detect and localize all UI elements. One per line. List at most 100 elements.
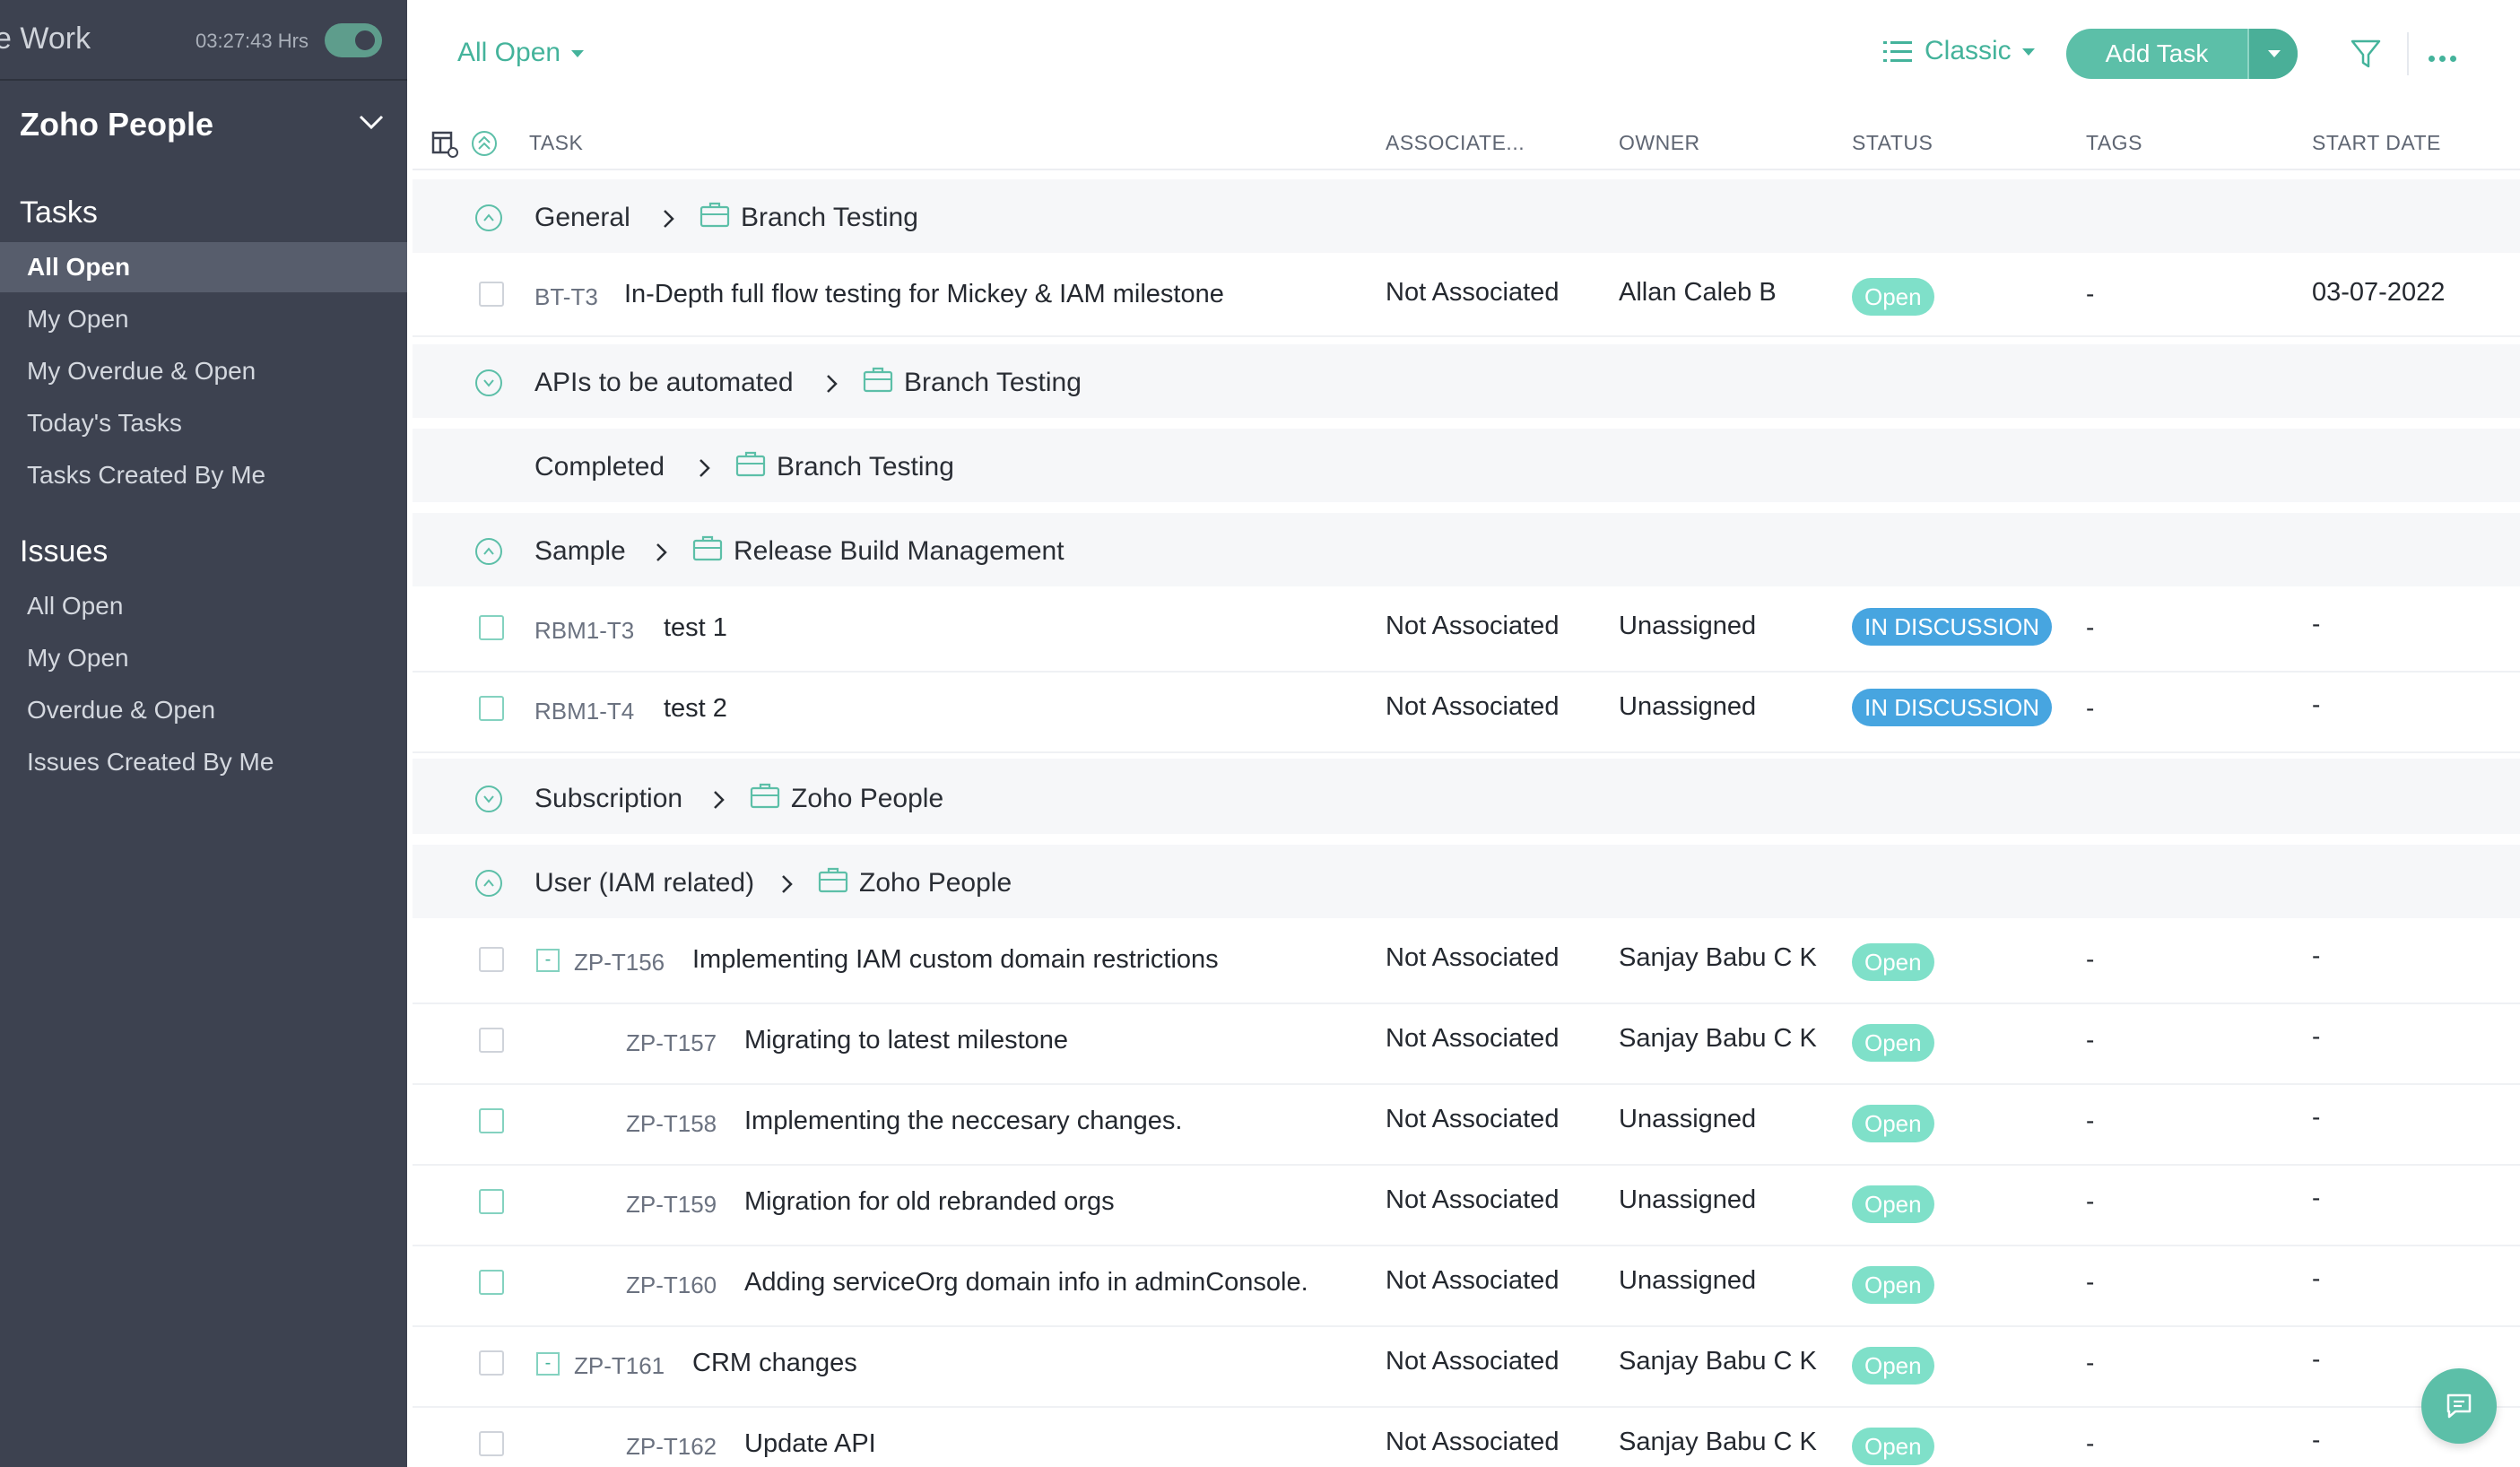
group-project[interactable]: Branch Testing — [741, 203, 918, 233]
table-row[interactable]: - ZP-T156 Implementing IAM custom domain… — [413, 924, 2520, 1004]
owner-cell[interactable]: Unassigned — [1619, 1105, 1756, 1134]
add-task-dropdown-button[interactable] — [2247, 29, 2298, 79]
group-row-user-iam[interactable]: User (IAM related) Zoho People — [413, 845, 2520, 924]
task-name[interactable]: In-Depth full flow testing for Mickey & … — [624, 280, 1224, 309]
row-checkbox[interactable] — [479, 615, 504, 640]
collapse-up-icon[interactable] — [475, 538, 502, 565]
briefcase-icon — [863, 367, 893, 393]
view-filter-dropdown[interactable]: All Open — [457, 38, 585, 68]
project-selector[interactable]: Zoho People — [0, 90, 407, 161]
row-checkbox[interactable] — [479, 1189, 504, 1214]
task-name[interactable]: Implementing IAM custom domain restricti… — [692, 945, 1219, 975]
task-name[interactable]: CRM changes — [692, 1349, 857, 1378]
add-task-button[interactable]: Add Task — [2066, 29, 2247, 79]
task-name[interactable]: test 2 — [664, 694, 727, 724]
chevron-right-icon — [782, 875, 793, 893]
row-checkbox[interactable] — [479, 1108, 504, 1133]
group-project[interactable]: Branch Testing — [904, 368, 1082, 398]
layout-dropdown[interactable]: Classic — [1883, 36, 2035, 66]
status-badge[interactable]: IN DISCUSSION — [1852, 608, 2053, 646]
column-header-status[interactable]: STATUS — [1852, 131, 1933, 155]
chat-button[interactable] — [2421, 1368, 2497, 1444]
sidebar-item-tasks-created-by-me[interactable]: Tasks Created By Me — [0, 450, 407, 500]
collapse-up-icon[interactable] — [475, 870, 502, 897]
sidebar-item-issues-all-open[interactable]: All Open — [0, 581, 407, 631]
owner-cell[interactable]: Unassigned — [1619, 1266, 1756, 1296]
status-badge[interactable]: Open — [1852, 1266, 1934, 1304]
owner-cell[interactable]: Unassigned — [1619, 692, 1756, 722]
status-badge[interactable]: Open — [1852, 943, 1934, 981]
owner-cell[interactable]: Sanjay Babu C K — [1619, 1024, 1817, 1054]
table-row[interactable]: - ZP-T161 CRM changes Not Associated San… — [413, 1327, 2520, 1408]
status-badge[interactable]: Open — [1852, 1428, 1934, 1465]
table-row[interactable]: ZP-T162 Update API Not Associated Sanjay… — [413, 1408, 2520, 1467]
expand-down-icon[interactable] — [475, 786, 502, 812]
column-header-tags[interactable]: TAGS — [2086, 131, 2142, 155]
collapse-up-icon[interactable] — [475, 204, 502, 231]
group-row-sample[interactable]: Sample Release Build Management — [413, 513, 2520, 592]
status-badge[interactable]: Open — [1852, 1185, 1934, 1223]
funnel-icon[interactable] — [2350, 38, 2382, 70]
task-name[interactable]: Migration for old rebranded orgs — [744, 1187, 1115, 1217]
table-row[interactable]: ZP-T159 Migration for old rebranded orgs… — [413, 1166, 2520, 1246]
task-name[interactable]: Migrating to latest milestone — [744, 1026, 1068, 1055]
expand-down-icon[interactable] — [475, 369, 502, 396]
group-row-apis[interactable]: APIs to be automated Branch Testing — [413, 344, 2520, 423]
sidebar-item-tasks-my-open[interactable]: My Open — [0, 294, 407, 344]
table-row[interactable]: RBM1-T3 test 1 Not Associated Unassigned… — [413, 592, 2520, 673]
owner-cell[interactable]: Unassigned — [1619, 612, 1756, 641]
table-row[interactable]: BT-T3 In-Depth full flow testing for Mic… — [413, 258, 2520, 337]
status-badge[interactable]: Open — [1852, 1347, 1934, 1385]
group-row-general[interactable]: General Branch Testing — [413, 179, 2520, 258]
table-row[interactable]: RBM1-T4 test 2 Not Associated Unassigned… — [413, 673, 2520, 753]
table-row[interactable]: ZP-T160 Adding serviceOrg domain info in… — [413, 1246, 2520, 1327]
row-checkbox[interactable] — [479, 947, 504, 972]
status-badge[interactable]: Open — [1852, 278, 1934, 316]
start-date-cell: - — [2312, 1345, 2321, 1373]
group-row-subscription[interactable]: Subscription Zoho People — [413, 759, 2520, 839]
column-settings-icon[interactable] — [430, 129, 461, 160]
column-header-owner[interactable]: OWNER — [1619, 131, 1700, 155]
owner-cell[interactable]: Sanjay Babu C K — [1619, 1347, 1817, 1376]
owner-cell[interactable]: Allan Caleb B — [1619, 278, 1777, 308]
briefcase-icon — [818, 867, 848, 893]
row-checkbox[interactable] — [479, 1270, 504, 1295]
group-project[interactable]: Release Build Management — [734, 536, 1064, 567]
owner-cell[interactable]: Sanjay Babu C K — [1619, 943, 1817, 973]
row-checkbox[interactable] — [479, 1350, 504, 1376]
owner-cell[interactable]: Sanjay Babu C K — [1619, 1428, 1817, 1457]
more-horizontal-icon[interactable] — [2429, 50, 2461, 66]
sidebar-item-my-overdue-open[interactable]: My Overdue & Open — [0, 346, 407, 396]
status-badge[interactable]: IN DISCUSSION — [1852, 689, 2053, 726]
sidebar-item-issues-overdue-open[interactable]: Overdue & Open — [0, 685, 407, 735]
sidebar-item-todays-tasks[interactable]: Today's Tasks — [0, 398, 407, 448]
group-row-completed[interactable]: Completed Branch Testing — [413, 429, 2520, 508]
subtask-collapse-toggle[interactable]: - — [536, 1352, 560, 1376]
sidebar-item-issues-created-by-me[interactable]: Issues Created By Me — [0, 737, 407, 787]
sidebar-item-tasks-all-open[interactable]: All Open — [0, 242, 407, 292]
sidebar-item-issues-my-open[interactable]: My Open — [0, 633, 407, 683]
group-project[interactable]: Branch Testing — [777, 452, 954, 482]
row-checkbox[interactable] — [479, 282, 504, 307]
row-checkbox[interactable] — [479, 696, 504, 721]
task-name[interactable]: Adding serviceOrg domain info in adminCo… — [744, 1268, 1308, 1298]
status-badge[interactable]: Open — [1852, 1024, 1934, 1062]
table-row[interactable]: ZP-T158 Implementing the neccesary chang… — [413, 1085, 2520, 1166]
owner-cell[interactable]: Unassigned — [1619, 1185, 1756, 1215]
status-badge[interactable]: Open — [1852, 1105, 1934, 1142]
column-header-start-date[interactable]: START DATE — [2312, 131, 2441, 155]
group-project[interactable]: Zoho People — [791, 784, 943, 814]
table-row[interactable]: ZP-T157 Migrating to latest milestone No… — [413, 1004, 2520, 1085]
column-header-task[interactable]: TASK — [529, 131, 583, 155]
task-name[interactable]: Implementing the neccesary changes. — [744, 1107, 1182, 1136]
subtask-collapse-toggle[interactable]: - — [536, 949, 560, 972]
row-checkbox[interactable] — [479, 1431, 504, 1456]
column-header-associate[interactable]: ASSOCIATE... — [1386, 131, 1525, 155]
collapse-all-icon[interactable] — [470, 129, 499, 158]
row-checkbox[interactable] — [479, 1028, 504, 1053]
associate-cell: Not Associated — [1386, 943, 1560, 972]
task-name[interactable]: Update API — [744, 1429, 876, 1459]
group-project[interactable]: Zoho People — [859, 868, 1012, 898]
task-name[interactable]: test 1 — [664, 613, 727, 643]
timer-toggle[interactable] — [325, 23, 382, 57]
